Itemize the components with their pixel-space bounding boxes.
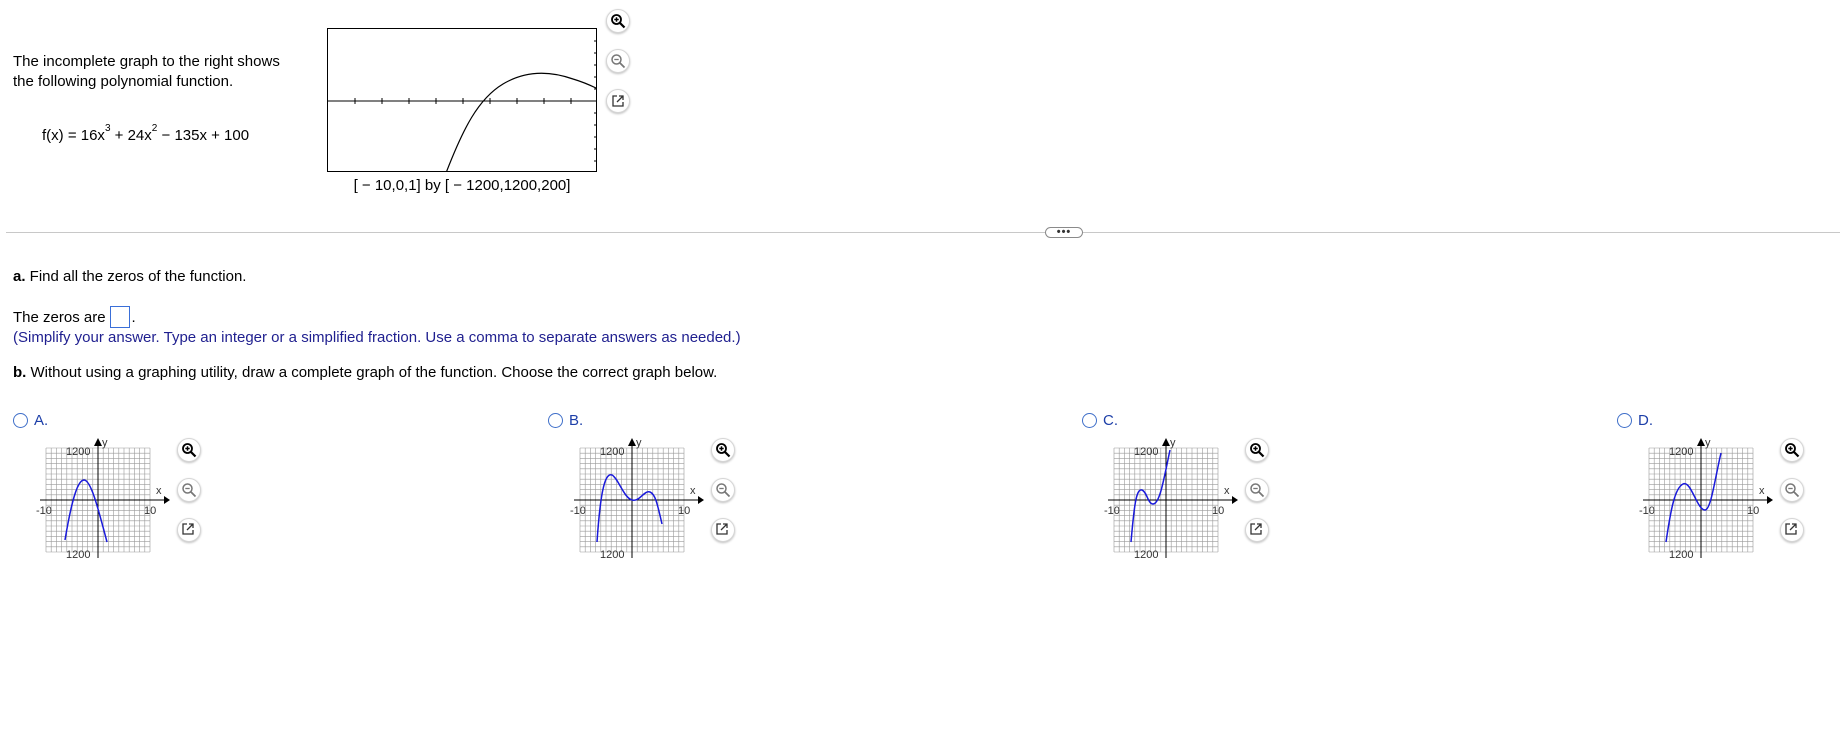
mini-graph-svg: 1200 1200 -10 10x y: [1104, 437, 1238, 561]
x-min-label: -10: [570, 505, 586, 517]
y-max-label: 1200: [1669, 446, 1693, 458]
radio-icon: [1617, 413, 1632, 428]
choice-c-zoom-in-button[interactable]: [1245, 438, 1269, 462]
radio-icon: [548, 413, 563, 428]
choice-d-zoom-out-button[interactable]: [1780, 478, 1804, 502]
popout-button[interactable]: [606, 89, 630, 113]
choice-b-popout-button[interactable]: [711, 518, 735, 542]
problem-intro: The incomplete graph to the right shows …: [13, 52, 303, 92]
intro-line-2: the following polynomial function.: [13, 73, 234, 90]
choice-c-radio[interactable]: C.: [1082, 412, 1118, 429]
popout-icon: [1250, 523, 1262, 535]
zoom-in-icon: [716, 443, 731, 458]
y-max-label: 1200: [66, 446, 90, 458]
y-axis-label: y: [1170, 438, 1176, 449]
zoom-in-icon: [611, 14, 626, 29]
choice-b-radio[interactable]: B.: [548, 412, 583, 429]
x-axis-label: x: [1759, 485, 1765, 497]
x-axis-arrow-icon: [1767, 496, 1773, 504]
y-axis-arrow-icon: [94, 438, 102, 446]
choice-curve: [64, 479, 108, 543]
mini-graph-svg: 1200 1200 -10 10x y: [570, 437, 704, 561]
popout-icon: [182, 523, 194, 535]
choice-b-zoom-in-button[interactable]: [711, 438, 735, 462]
choice-a-graph: 1200 1200 -10 10 x y: [36, 437, 186, 567]
choice-c-zoom-out-button[interactable]: [1245, 478, 1269, 502]
y-axis-label: y: [636, 438, 642, 449]
choice-a-zoom-out-button[interactable]: [177, 478, 201, 502]
x-axis-label: x: [1224, 485, 1230, 497]
x-max-label: 10: [1747, 505, 1759, 517]
zoom-out-icon: [611, 54, 626, 69]
mini-graph-svg: 1200 1200 -10 10x y: [1639, 437, 1773, 561]
choice-a-zoom-in-button[interactable]: [177, 438, 201, 462]
x-max-label: 10: [678, 505, 690, 517]
part-a-prompt: a. Find all the zeros of the function.: [13, 268, 247, 285]
zoom-out-icon: [1250, 483, 1265, 498]
x-max-label: 10: [1212, 505, 1224, 517]
y-axis-arrow-icon: [1697, 438, 1705, 446]
zoom-in-button[interactable]: [606, 9, 630, 33]
y-max-label: 1200: [1134, 446, 1158, 458]
y-min-label: 1200: [66, 549, 90, 561]
y-max-label: 1200: [600, 446, 624, 458]
popout-icon: [612, 95, 624, 107]
part-b-prompt: b. Without using a graphing utility, dra…: [13, 364, 718, 381]
mini-graph-svg: 1200 1200 -10 10x y: [36, 437, 170, 561]
main-graph-svg: [328, 40, 596, 171]
zoom-in-icon: [1250, 443, 1265, 458]
zoom-out-icon: [182, 483, 197, 498]
choice-d-radio[interactable]: D.: [1617, 412, 1653, 429]
x-min-label: -10: [1639, 505, 1655, 517]
y-min-label: 1200: [1134, 549, 1158, 561]
x-min-label: -10: [36, 505, 52, 517]
zeros-answer-line: The zeros are .: [13, 306, 136, 328]
choice-d-graph: 1200 1200 -10 10 x y: [1639, 437, 1789, 567]
main-graph: [327, 28, 597, 172]
x-axis-label: x: [156, 485, 162, 497]
choice-a-radio[interactable]: A.: [13, 412, 48, 429]
choice-b-zoom-out-button[interactable]: [711, 478, 735, 502]
zeros-answer-input[interactable]: [109, 306, 130, 328]
choice-c-popout-button[interactable]: [1245, 518, 1269, 542]
y-axis-label: y: [1705, 438, 1711, 449]
x-axis-arrow-icon: [1232, 496, 1238, 504]
window-label: [ − 10,0,1] by [ − 1200,1200,200]: [353, 177, 571, 194]
function-formula: f(x) = 16x3 + 24x2 − 135x + 100: [42, 123, 250, 144]
choice-curve: [1665, 452, 1722, 543]
choice-c-graph: 1200 1200 -10 10 x y: [1104, 437, 1254, 567]
choice-b-graph: 1200 1200 -10 10 x y: [570, 437, 720, 567]
y-axis-arrow-icon: [628, 438, 636, 446]
choice-d-zoom-in-button[interactable]: [1780, 438, 1804, 462]
x-axis-label: x: [690, 485, 696, 497]
choice-d-popout-button[interactable]: [1780, 518, 1804, 542]
answer-hint: (Simplify your answer. Type an integer o…: [13, 329, 741, 346]
choice-a-popout-button[interactable]: [177, 518, 201, 542]
x-axis-arrow-icon: [698, 496, 704, 504]
zoom-in-icon: [1785, 443, 1800, 458]
zoom-out-icon: [1785, 483, 1800, 498]
x-axis-arrow-icon: [164, 496, 170, 504]
main-curve: [446, 72, 596, 171]
choice-curve: [596, 474, 663, 543]
y-min-label: 1200: [600, 549, 624, 561]
y-axis-label: y: [102, 438, 108, 449]
zoom-in-icon: [182, 443, 197, 458]
zoom-out-button[interactable]: [606, 49, 630, 73]
y-axis-arrow-icon: [1162, 438, 1170, 446]
radio-icon: [13, 413, 28, 428]
section-divider: [6, 232, 1840, 233]
radio-icon: [1082, 413, 1097, 428]
x-max-label: 10: [144, 505, 156, 517]
popout-icon: [1785, 523, 1797, 535]
popout-icon: [716, 523, 728, 535]
intro-line-1: The incomplete graph to the right shows: [13, 53, 280, 70]
x-min-label: -10: [1104, 505, 1120, 517]
divider-handle[interactable]: •••: [1045, 227, 1083, 238]
y-min-label: 1200: [1669, 549, 1693, 561]
zoom-out-icon: [716, 483, 731, 498]
